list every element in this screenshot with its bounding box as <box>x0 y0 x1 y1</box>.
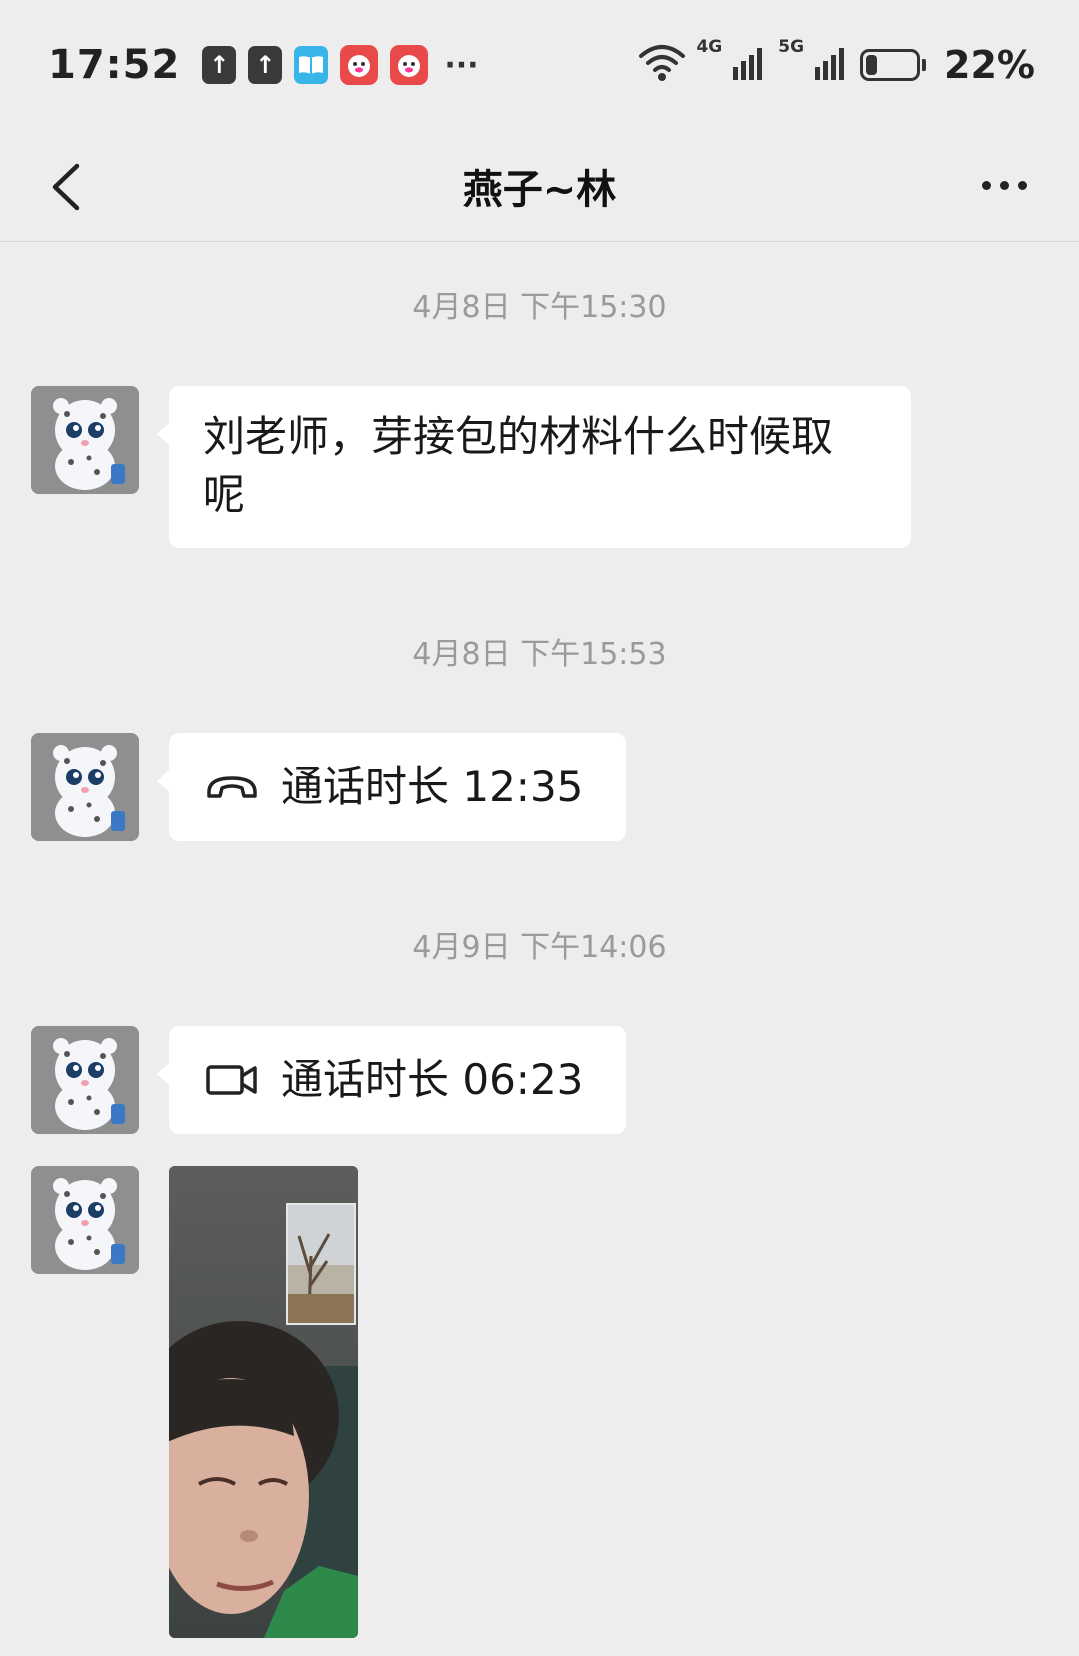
video-camera-icon <box>205 1060 263 1100</box>
avatar[interactable] <box>31 1026 139 1134</box>
618-app-icon <box>340 45 379 85</box>
wifi-icon <box>638 44 686 86</box>
video-call-photo <box>169 1166 358 1638</box>
battery-fill <box>866 55 877 75</box>
message-timestamp: 4月8日 下午15:53 <box>412 637 667 672</box>
snow-leopard-avatar-icon <box>31 733 139 841</box>
phone-icon <box>205 767 263 807</box>
upload-icon: ↑ <box>202 46 237 84</box>
chat-title: 燕子~林 <box>462 166 617 213</box>
message-timestamp: 4月8日 下午15:30 <box>412 290 667 325</box>
status-bar: 17:52 ↑ ↑ ··· 4G 5G 22% <box>0 0 1079 130</box>
back-button[interactable] <box>36 152 96 222</box>
618-app-icon <box>390 45 429 85</box>
message-text-line: 刘老师，芽接包的材料什么时候取 <box>203 412 834 461</box>
video-call-screenshot[interactable] <box>169 1166 358 1638</box>
avatar[interactable] <box>31 1166 139 1274</box>
snow-leopard-avatar-icon <box>31 386 139 494</box>
battery-icon <box>860 49 927 81</box>
message-timestamp: 4月9日 下午14:06 <box>412 930 667 965</box>
message-text-line: 呢 <box>203 470 246 519</box>
signal-icon <box>732 45 768 85</box>
more-options-button[interactable] <box>969 160 1039 210</box>
status-right: 4G 5G 22% <box>638 37 1035 87</box>
avatar[interactable] <box>31 386 139 494</box>
more-dots-icon <box>981 180 991 190</box>
text-message-bubble[interactable]: 刘老师，芽接包的材料什么时候取 呢 <box>157 386 911 548</box>
snow-leopard-avatar-icon <box>31 1166 139 1274</box>
status-left: 17:52 ↑ ↑ ··· <box>48 42 479 88</box>
voice-call-bubble[interactable]: 通话时长 12:35 <box>157 733 626 841</box>
book-app-icon <box>294 46 329 84</box>
network-5g-label: 5G <box>778 37 805 57</box>
chevron-left-icon <box>52 163 80 211</box>
more-notifications-icon: ··· <box>444 47 479 83</box>
more-dot <box>1017 180 1027 190</box>
battery-percent: 22% <box>944 43 1035 87</box>
snow-leopard-avatar-icon <box>31 1026 139 1134</box>
chat-header: 燕子~林 <box>0 130 1079 242</box>
signal-icon <box>814 45 850 85</box>
upload-icon: ↑ <box>248 46 283 84</box>
clock: 17:52 <box>48 42 181 88</box>
call-duration-label: 通话时长 12:35 <box>281 762 584 811</box>
network-4g-label: 4G <box>696 37 723 57</box>
call-duration-label: 通话时长 06:23 <box>281 1055 584 1104</box>
avatar[interactable] <box>31 733 139 841</box>
more-dot <box>999 180 1009 190</box>
video-call-bubble[interactable]: 通话时长 06:23 <box>157 1026 626 1134</box>
